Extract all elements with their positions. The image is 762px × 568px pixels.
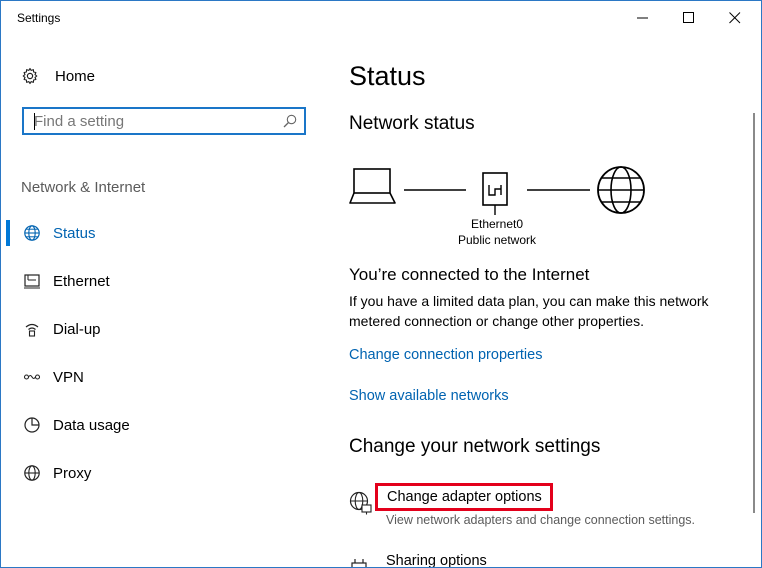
sidebar-item-label: Proxy [53, 465, 92, 482]
connected-description: If you have a limited data plan, you can… [349, 293, 709, 329]
sidebar-item-label: VPN [53, 369, 84, 386]
computer-icon [349, 168, 396, 204]
home-nav[interactable]: Home [21, 65, 95, 87]
ethernet-icon [24, 274, 40, 289]
network-status-heading: Network status [349, 113, 475, 134]
close-button[interactable] [712, 1, 758, 35]
scrollbar[interactable] [753, 113, 755, 513]
globe-icon [24, 225, 40, 241]
data-usage-icon [24, 417, 40, 433]
ethernet-adapter-icon [482, 172, 508, 215]
show-available-networks-link[interactable]: Show available networks [349, 388, 509, 404]
sidebar-item-label: Ethernet [53, 273, 110, 290]
sidebar-item-proxy[interactable]: Proxy [1, 451, 331, 499]
change-adapter-options-link[interactable]: Change adapter options [375, 483, 553, 511]
sharing-options-item[interactable]: Sharing options [349, 549, 649, 567]
proxy-globe-icon [24, 465, 40, 481]
adapter-globe-icon [349, 491, 372, 515]
section-title: Network & Internet [21, 179, 146, 196]
active-indicator [6, 220, 10, 246]
minimize-button[interactable] [620, 1, 666, 35]
sidebar-item-vpn[interactable]: VPN [1, 355, 331, 403]
sharing-options-link[interactable]: Sharing options [386, 553, 487, 567]
page-title: Status [349, 61, 426, 91]
change-network-settings-heading: Change your network settings [349, 436, 601, 457]
sidebar-item-ethernet[interactable]: Ethernet [1, 259, 331, 307]
network-status-diagram [349, 166, 645, 215]
sidebar-item-data-usage[interactable]: Data usage [1, 403, 331, 451]
home-label: Home [55, 67, 96, 85]
change-connection-properties-link[interactable]: Change connection properties [349, 347, 542, 363]
text-caret [34, 113, 35, 130]
dialup-icon [25, 323, 39, 337]
settings-window: Settings Home Network & Internet [0, 0, 762, 568]
close-icon [729, 12, 741, 24]
maximize-button[interactable] [666, 1, 712, 35]
search-box[interactable] [22, 107, 306, 135]
title-bar: Settings [1, 1, 761, 35]
vpn-icon [23, 374, 41, 380]
gear-icon [22, 67, 38, 85]
minimize-icon [637, 17, 648, 19]
change-adapter-options-item[interactable]: Change adapter options View network adap… [349, 483, 749, 533]
sidebar: Home Network & Internet Status [1, 35, 331, 567]
network-type: Public network [457, 233, 537, 247]
sidebar-nav: Status Ethernet Dial-up VPN Data usage P… [1, 211, 331, 499]
maximize-icon [683, 12, 694, 23]
sidebar-item-status[interactable]: Status [1, 211, 331, 259]
connected-heading: You’re connected to the Internet [349, 265, 590, 284]
sharing-icon [351, 559, 367, 567]
search-icon[interactable] [282, 113, 298, 129]
main-content: Status Network status Ethernet0 Public n… [349, 35, 749, 567]
sidebar-item-label: Status [53, 225, 96, 242]
internet-globe-icon [597, 166, 645, 214]
sidebar-item-dial-up[interactable]: Dial-up [1, 307, 331, 355]
window-title: Settings [17, 11, 61, 25]
change-adapter-options-description: View network adapters and change connect… [386, 513, 695, 527]
sidebar-item-label: Data usage [53, 417, 130, 434]
search-input[interactable] [34, 112, 274, 130]
adapter-name: Ethernet0 [471, 217, 524, 231]
sidebar-item-label: Dial-up [53, 321, 101, 338]
